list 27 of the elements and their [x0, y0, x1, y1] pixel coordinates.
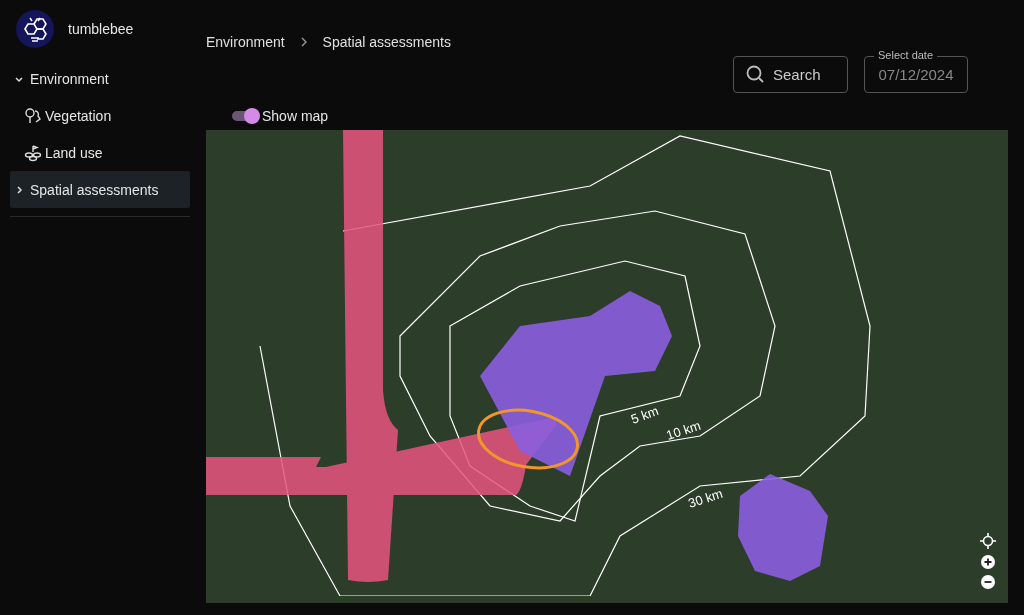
flag-blocks-icon — [24, 143, 42, 162]
logo-icon — [16, 10, 54, 48]
search-icon — [746, 65, 765, 84]
sidebar-item-label: Environment — [30, 70, 109, 87]
sidebar-item-label: Land use — [45, 144, 103, 161]
satellite-map[interactable]: 5 km 10 km 30 km — [206, 130, 1008, 603]
breadcrumb-item: Spatial assessments — [322, 34, 451, 50]
sidebar-item[interactable]: Environment — [10, 60, 190, 97]
trees-icon — [24, 106, 42, 125]
contour-label: 10 km — [664, 417, 703, 443]
map-toggle[interactable] — [232, 111, 258, 121]
zoom-in-button[interactable] — [981, 555, 995, 569]
locate-icon[interactable] — [980, 533, 996, 549]
toggle-label: Show map — [262, 108, 329, 124]
search-button[interactable]: Search — [733, 56, 848, 93]
zoom-out-button[interactable] — [981, 575, 995, 589]
sidebar-item-label: Vegetation — [45, 107, 112, 124]
contour-label: 5 km — [628, 403, 661, 427]
sidebar-item[interactable]: Land use — [10, 134, 190, 171]
chevron-icon — [14, 184, 24, 195]
field-label: Select date — [874, 49, 938, 61]
breadcrumb-item[interactable]: Environment — [206, 34, 285, 50]
sidebar-item[interactable]: Spatial assessments — [10, 171, 190, 208]
contour-label: 30 km — [686, 485, 725, 511]
sidebar-item[interactable]: Vegetation — [10, 97, 190, 134]
app-name: tumblebee — [68, 21, 134, 37]
sidebar-item-label: Spatial assessments — [30, 181, 159, 198]
